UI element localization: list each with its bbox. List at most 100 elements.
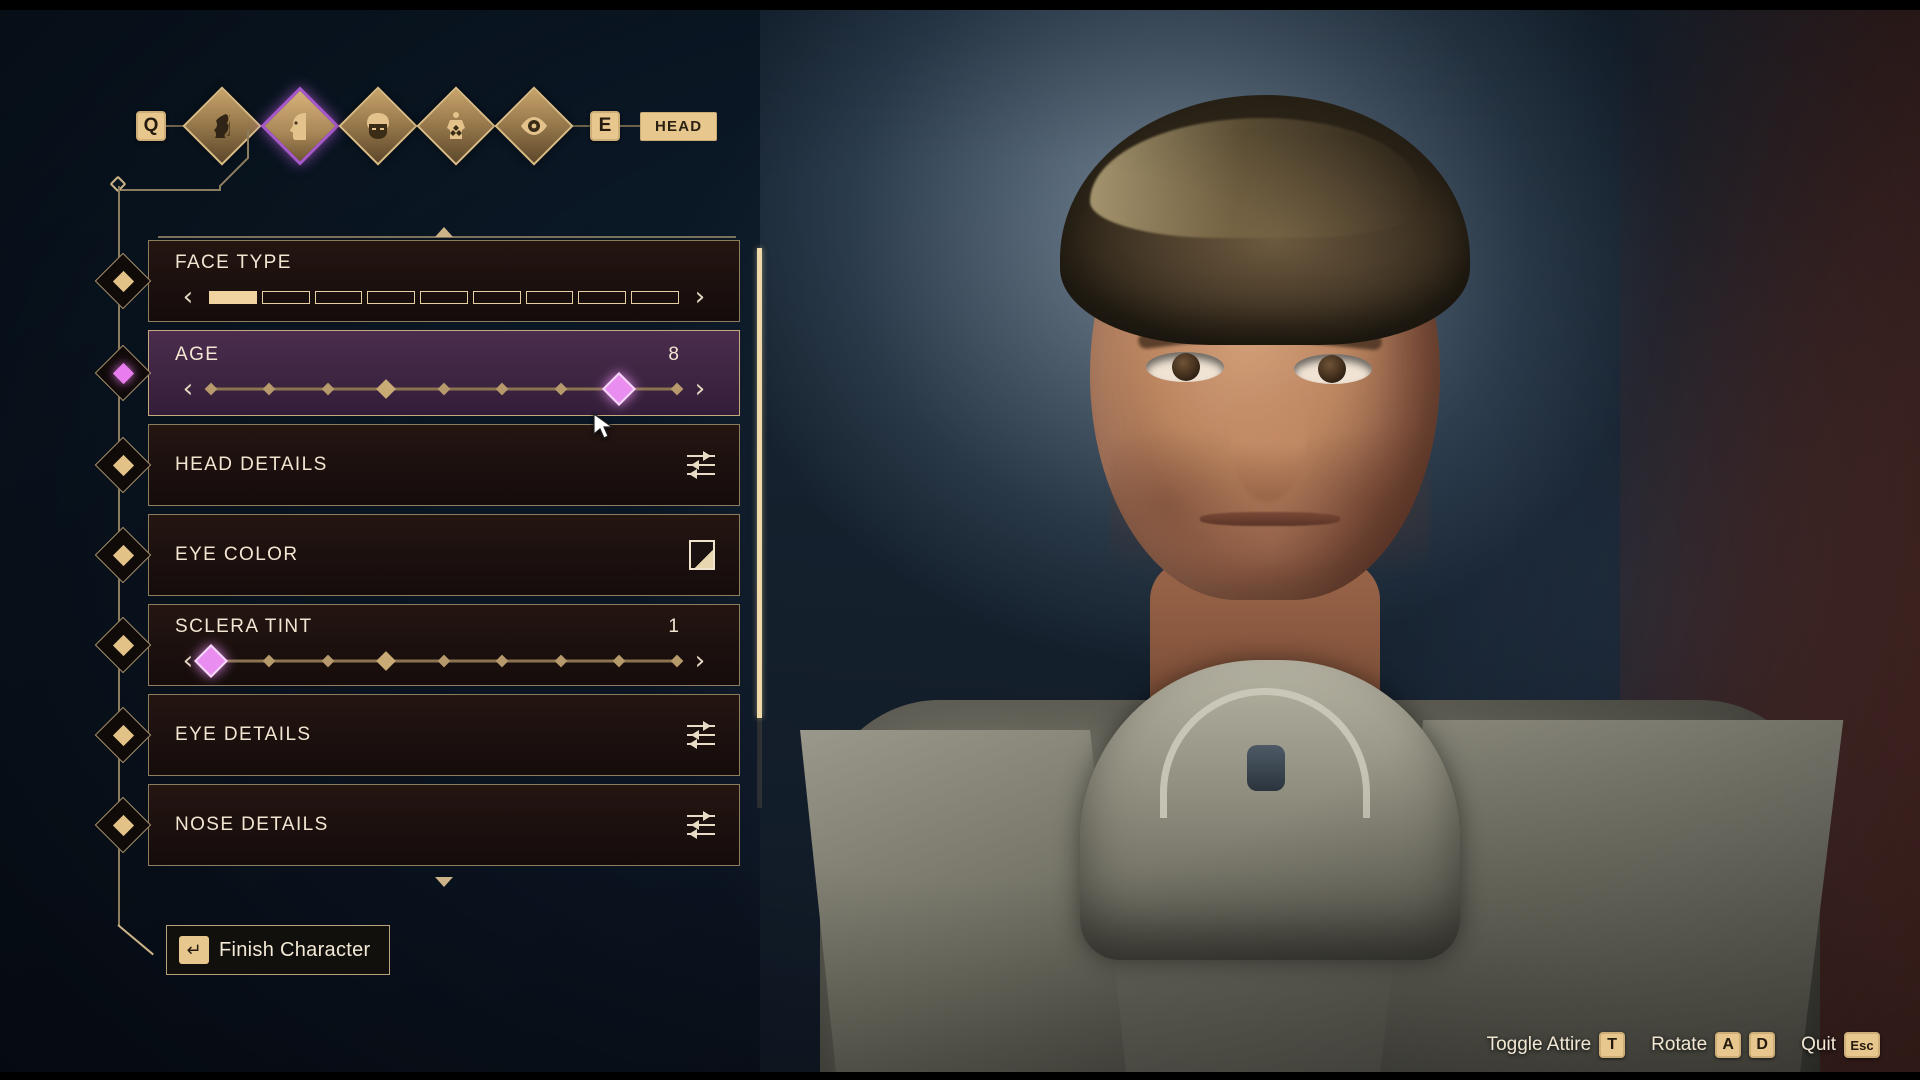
slider-notch-9[interactable] xyxy=(670,382,684,396)
category-tab-body-art[interactable] xyxy=(416,86,496,166)
finish-character-label: Finish Character xyxy=(219,938,371,961)
hint-label: Quit xyxy=(1801,1034,1836,1055)
option-label: HEAD DETAILS xyxy=(175,454,328,475)
key-a[interactable]: A xyxy=(1715,1032,1742,1058)
option-row-nose-details[interactable]: NOSE DETAILS xyxy=(94,784,740,866)
segment-3[interactable] xyxy=(314,290,363,304)
options-panel: FACE TYPE ‹ › AGE 8 ‹ › HEAD DETAILS EYE… xyxy=(94,227,762,887)
segment-4[interactable] xyxy=(367,290,416,304)
key-t[interactable]: T xyxy=(1599,1032,1626,1058)
option-row-age[interactable]: AGE 8 ‹ › xyxy=(94,330,740,416)
increment-arrow[interactable]: › xyxy=(687,648,713,674)
category-tab-hair[interactable] xyxy=(338,86,418,166)
segment-6[interactable] xyxy=(472,290,521,304)
character-iris-right xyxy=(1318,355,1346,383)
slider-handle[interactable] xyxy=(601,372,636,406)
next-category-key[interactable]: E xyxy=(590,111,620,141)
slider-notch-7[interactable] xyxy=(554,382,567,396)
slider-notch-2[interactable] xyxy=(262,382,276,396)
slider-notch-5[interactable] xyxy=(437,654,451,668)
slider-notch-4[interactable] xyxy=(375,651,396,671)
hint-toggle-attire[interactable]: Toggle Attire T xyxy=(1487,1032,1626,1058)
option-row-sclera-tint[interactable]: SCLERA TINT 1 ‹ › xyxy=(94,604,740,686)
character-portrait[interactable] xyxy=(760,0,1920,1080)
decrement-arrow[interactable]: ‹ xyxy=(175,284,201,310)
segment-control-face-type: ‹ › xyxy=(175,284,713,310)
character-creator-screen: Q E HEAD FACE TYPE ‹ › AGE 8 ‹ › HEAD DE… xyxy=(0,0,1920,1080)
hint-label: Toggle Attire xyxy=(1486,1034,1592,1055)
segment-bar[interactable] xyxy=(209,290,680,304)
slider-notch-4[interactable] xyxy=(375,379,396,399)
option-row-eye-color[interactable]: EYE COLOR xyxy=(94,514,740,596)
option-value: 1 xyxy=(668,616,679,637)
slider-notch-8[interactable] xyxy=(612,654,626,668)
row-marker-nose-details xyxy=(94,796,152,854)
hint-quit[interactable]: Quit Esc xyxy=(1801,1032,1880,1058)
option-label: SCLERA TINT xyxy=(175,616,313,637)
increment-arrow[interactable]: › xyxy=(687,284,713,310)
slider-notch-5[interactable] xyxy=(437,382,451,396)
segment-2[interactable] xyxy=(261,290,310,304)
option-row-eye-details[interactable]: EYE DETAILS xyxy=(94,694,740,776)
enter-key-icon: ↵ xyxy=(179,936,209,964)
hair-face-icon xyxy=(367,113,389,139)
category-tab-body[interactable] xyxy=(182,86,262,166)
selected-category-badge: HEAD xyxy=(640,111,718,141)
row-marker-sclera-tint xyxy=(94,616,152,674)
hint-label: Rotate xyxy=(1651,1034,1708,1055)
segment-5[interactable] xyxy=(420,290,468,304)
slider-notch-3[interactable] xyxy=(321,382,334,396)
option-label: EYE COLOR xyxy=(175,544,299,565)
increment-arrow[interactable]: › xyxy=(687,376,713,402)
body-art-icon xyxy=(447,112,465,139)
character-mouth xyxy=(1200,512,1340,526)
sliders-icon[interactable] xyxy=(687,451,715,479)
row-marker-head-details xyxy=(94,436,152,494)
option-row-head-details[interactable]: HEAD DETAILS xyxy=(94,424,740,506)
slider-notch-1[interactable] xyxy=(204,382,218,396)
prev-category-key[interactable]: Q xyxy=(136,111,166,141)
eye-icon xyxy=(521,117,547,135)
option-label: FACE TYPE xyxy=(175,252,292,273)
slider-notch-7[interactable] xyxy=(554,654,567,668)
slider-notch-3[interactable] xyxy=(321,654,334,668)
slider-control-age: ‹ › xyxy=(175,372,713,406)
option-row-face-type[interactable]: FACE TYPE ‹ › xyxy=(94,240,740,322)
row-marker-eye-color xyxy=(94,526,152,584)
decrement-arrow[interactable]: ‹ xyxy=(175,376,201,402)
slider-notch-9[interactable] xyxy=(670,654,684,668)
segment-7[interactable] xyxy=(525,290,574,304)
mouse-cursor xyxy=(593,412,614,439)
category-tab-head[interactable] xyxy=(260,86,340,166)
slider-track[interactable] xyxy=(194,644,684,678)
category-tab-eyes[interactable] xyxy=(494,86,574,166)
letterbox-top xyxy=(0,0,1920,10)
character-collar-stud xyxy=(1247,745,1285,791)
sliders-icon[interactable] xyxy=(687,811,715,839)
letterbox-bottom xyxy=(0,1072,1920,1080)
key-d[interactable]: D xyxy=(1749,1032,1776,1058)
key-esc[interactable]: Esc xyxy=(1844,1032,1880,1058)
segment-9[interactable] xyxy=(631,290,680,304)
slider-notch-2[interactable] xyxy=(262,654,276,668)
segment-1[interactable] xyxy=(209,290,257,304)
control-hints: Toggle Attire T Rotate A D Quit Esc xyxy=(1487,1032,1880,1058)
slider-notch-6[interactable] xyxy=(495,382,509,396)
slider-notch-6[interactable] xyxy=(495,654,509,668)
sliders-icon[interactable] xyxy=(687,721,715,749)
chevron-down-icon[interactable] xyxy=(435,877,453,887)
slider-track[interactable] xyxy=(204,372,684,406)
chevron-up-icon[interactable] xyxy=(435,227,453,237)
category-tab-rail: Q E HEAD xyxy=(136,86,718,166)
slider-control-sclera-tint: ‹ › xyxy=(175,644,713,678)
finish-character-button[interactable]: ↵ Finish Character xyxy=(166,925,390,975)
hint-rotate[interactable]: Rotate A D xyxy=(1651,1032,1776,1058)
option-label: EYE DETAILS xyxy=(175,724,312,745)
character-iris-left xyxy=(1172,353,1200,381)
color-swatch-icon[interactable] xyxy=(689,540,715,570)
body-silhouette-icon xyxy=(214,114,231,138)
segment-8[interactable] xyxy=(578,290,627,304)
scrollbar-thumb[interactable] xyxy=(757,248,762,718)
option-label: NOSE DETAILS xyxy=(175,814,329,835)
character-nose xyxy=(1230,372,1306,502)
